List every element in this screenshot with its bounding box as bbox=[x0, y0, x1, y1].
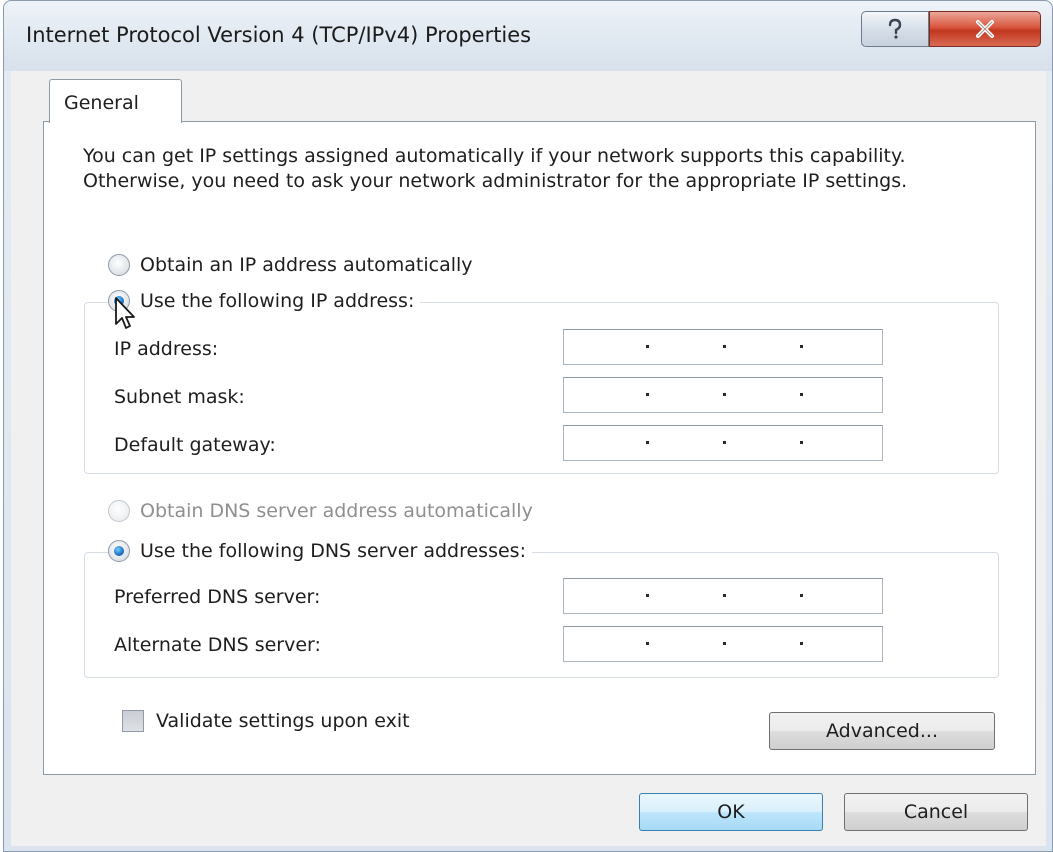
preferred-dns-input[interactable] bbox=[563, 578, 883, 614]
ok-button[interactable]: OK bbox=[639, 793, 823, 831]
properties-dialog: Internet Protocol Version 4 (TCP/IPv4) P… bbox=[3, 0, 1053, 852]
intro-text: You can get IP settings assigned automat… bbox=[83, 145, 908, 192]
cancel-button[interactable]: Cancel bbox=[844, 793, 1028, 831]
subnet-mask-input[interactable] bbox=[563, 377, 883, 413]
tab-general[interactable]: General bbox=[49, 79, 182, 123]
subnet-mask-label: Subnet mask: bbox=[114, 386, 245, 408]
obtain-dns-auto-option: Obtain DNS server address automatically bbox=[108, 500, 533, 522]
validate-settings-label: Validate settings upon exit bbox=[156, 710, 410, 732]
obtain-ip-auto-label: Obtain an IP address automatically bbox=[140, 254, 473, 276]
use-following-ip-option[interactable]: Use the following IP address: bbox=[108, 290, 421, 312]
obtain-dns-auto-label: Obtain DNS server address automatically bbox=[140, 500, 533, 522]
close-button[interactable] bbox=[929, 11, 1041, 47]
use-following-dns-label: Use the following DNS server addresses: bbox=[140, 540, 526, 562]
general-tab-panel: You can get IP settings assigned automat… bbox=[43, 121, 1036, 775]
use-following-ip-label: Use the following IP address: bbox=[140, 290, 415, 312]
default-gateway-input[interactable] bbox=[563, 425, 883, 461]
preferred-dns-label: Preferred DNS server: bbox=[114, 586, 321, 608]
obtain-dns-auto-radio bbox=[108, 500, 130, 522]
close-icon bbox=[976, 20, 994, 38]
mouse-pointer-icon bbox=[115, 297, 135, 329]
title-bar[interactable]: Internet Protocol Version 4 (TCP/IPv4) P… bbox=[4, 1, 1052, 71]
validate-settings-option[interactable]: Validate settings upon exit bbox=[122, 710, 410, 732]
use-following-dns-option[interactable]: Use the following DNS server addresses: bbox=[108, 540, 532, 562]
obtain-ip-auto-option[interactable]: Obtain an IP address automatically bbox=[108, 254, 473, 276]
obtain-ip-auto-radio[interactable] bbox=[108, 254, 130, 276]
alternate-dns-label: Alternate DNS server: bbox=[114, 634, 321, 656]
alternate-dns-input[interactable] bbox=[563, 626, 883, 662]
use-following-dns-radio[interactable] bbox=[108, 540, 130, 562]
advanced-button[interactable]: Advanced... bbox=[769, 712, 995, 750]
dialog-client: General You can get IP settings assigned… bbox=[11, 71, 1046, 846]
validate-settings-checkbox[interactable] bbox=[122, 710, 144, 732]
default-gateway-label: Default gateway: bbox=[114, 434, 276, 456]
ip-address-input[interactable] bbox=[563, 329, 883, 365]
window-title: Internet Protocol Version 4 (TCP/IPv4) P… bbox=[26, 23, 532, 47]
help-button[interactable] bbox=[861, 11, 929, 47]
ip-address-label: IP address: bbox=[114, 338, 219, 360]
help-icon bbox=[888, 18, 902, 39]
